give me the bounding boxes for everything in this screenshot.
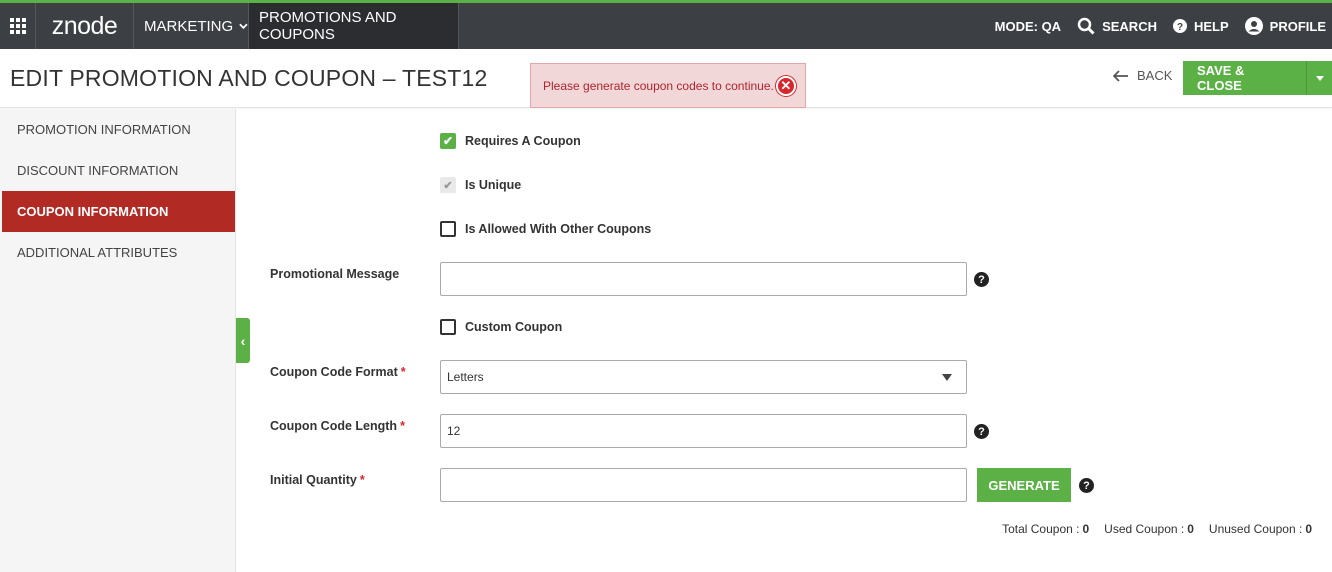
custom-coupon-label: Custom Coupon [465, 320, 563, 334]
chevron-left-icon: ‹ [240, 332, 246, 349]
requires-coupon-label: Requires A Coupon [465, 134, 581, 148]
search-label: SEARCH [1102, 18, 1157, 34]
coupon-code-format-label: Coupon Code Format * [270, 365, 406, 379]
search-button[interactable]: SEARCH [1077, 17, 1157, 35]
allowed-with-other-label: Is Allowed With Other Coupons [465, 222, 652, 236]
back-button[interactable]: BACK [1113, 68, 1172, 83]
sidebar: PROMOTION INFORMATION DISCOUNT INFORMATI… [0, 109, 236, 572]
required-marker: * [400, 365, 406, 379]
is-unique-checkbox: ✔ [440, 177, 456, 193]
used-coupon: Used Coupon :0 [1104, 522, 1194, 536]
allowed-with-other-row: Is Allowed With Other Coupons [440, 221, 651, 237]
promotional-message-input[interactable] [440, 262, 967, 296]
alert-message: Please generate coupon codes to continue… [543, 78, 774, 93]
coupon-code-format-value: Letters [447, 370, 484, 384]
collapse-sidebar-button[interactable]: ‹ [236, 318, 250, 363]
dropdown-arrow-icon [942, 374, 952, 381]
sidebar-item-discount-information[interactable]: DISCOUNT INFORMATION [0, 150, 235, 191]
promotional-message-label: Promotional Message [270, 267, 400, 281]
initial-quantity-input[interactable] [440, 468, 967, 502]
page-title: EDIT PROMOTION AND COUPON – TEST12 [10, 65, 488, 91]
help-icon[interactable]: ? [974, 424, 989, 439]
initial-quantity-label: Initial Quantity * [270, 473, 365, 487]
nav-promotions-label: PROMOTIONS AND COUPONS [259, 9, 397, 43]
user-icon [1244, 17, 1263, 35]
znode-logo[interactable]: znode [36, 3, 134, 49]
unused-coupon: Unused Coupon :0 [1209, 522, 1312, 536]
help-icon[interactable]: ? [1079, 478, 1094, 493]
chevron-down-icon [239, 23, 248, 29]
coupon-code-format-label-text: Coupon Code Format [270, 365, 398, 379]
profile-label: PROFILE [1269, 18, 1326, 34]
grid-icon [9, 18, 26, 34]
sidebar-item-promotion-information[interactable]: PROMOTION INFORMATION [0, 109, 235, 150]
svg-text:?: ? [1177, 22, 1183, 33]
nav-marketing-label: MARKETING [144, 17, 234, 35]
caret-down-icon [1315, 75, 1324, 81]
used-coupon-value: 0 [1187, 522, 1194, 536]
total-coupon-value: 0 [1082, 522, 1090, 536]
page-header: EDIT PROMOTION AND COUPON – TEST12 Pleas… [0, 49, 1332, 108]
save-and-close-group: SAVE & CLOSE [1183, 61, 1332, 95]
initial-quantity-label-text: Initial Quantity [270, 473, 357, 487]
requires-coupon-checkbox[interactable]: ✔ [440, 133, 456, 149]
help-icon[interactable]: ? [974, 272, 989, 287]
save-options-dropdown[interactable] [1306, 61, 1332, 95]
required-marker: * [400, 419, 405, 433]
is-unique-row: ✔ Is Unique [440, 177, 521, 193]
coupon-code-length-input[interactable]: 12 [440, 414, 967, 448]
apps-menu-button[interactable] [0, 3, 36, 49]
help-icon: ? [1172, 19, 1187, 33]
error-alert: Please generate coupon codes to continue… [530, 63, 806, 108]
custom-coupon-checkbox[interactable] [440, 319, 456, 335]
nav-marketing-menu[interactable]: MARKETING [134, 3, 249, 49]
help-button[interactable]: ? HELP [1172, 18, 1229, 34]
coupon-code-length-label: Coupon Code Length * [270, 419, 405, 433]
profile-button[interactable]: PROFILE [1244, 17, 1326, 35]
allowed-with-other-checkbox[interactable] [440, 221, 456, 237]
arrow-left-icon [1113, 69, 1128, 82]
back-label: BACK [1137, 68, 1173, 83]
mode-label: MODE: QA [994, 18, 1062, 34]
sidebar-item-additional-attributes[interactable]: ADDITIONAL ATTRIBUTES [0, 232, 235, 273]
is-unique-label: Is Unique [465, 178, 522, 192]
total-coupon: Total Coupon :0 [1002, 522, 1089, 536]
used-coupon-label: Used Coupon : [1104, 522, 1185, 536]
top-nav-bar: znode MARKETING PROMOTIONS AND COUPONS M… [0, 0, 1332, 49]
requires-coupon-row: ✔ Requires A Coupon [440, 133, 581, 149]
unused-coupon-label: Unused Coupon : [1208, 522, 1303, 536]
unused-coupon-value: 0 [1305, 522, 1312, 536]
nav-promotions-and-coupons[interactable]: PROMOTIONS AND COUPONS [249, 3, 459, 49]
close-alert-icon[interactable]: ✕ [775, 75, 796, 96]
save-and-close-button[interactable]: SAVE & CLOSE [1183, 61, 1307, 95]
custom-coupon-row: Custom Coupon [440, 319, 562, 335]
generate-button[interactable]: GENERATE [977, 468, 1071, 502]
topbar-right-menu: MODE: QA SEARCH ? HELP PROFILE [979, 3, 1332, 49]
coupon-code-format-select[interactable]: Letters [440, 360, 967, 394]
coupon-totals: Total Coupon :0 Used Coupon :0 Unused Co… [1002, 522, 1312, 536]
required-marker: * [359, 473, 365, 487]
sidebar-item-coupon-information[interactable]: COUPON INFORMATION [2, 191, 235, 232]
coupon-code-length-label-text: Coupon Code Length [270, 419, 398, 433]
coupon-information-form: ✔ Requires A Coupon ✔ Is Unique Is Allow… [250, 109, 1332, 572]
mode-indicator[interactable]: MODE: QA [995, 19, 1061, 34]
search-icon [1077, 17, 1095, 35]
total-coupon-label: Total Coupon : [1002, 522, 1080, 536]
help-label: HELP [1193, 18, 1229, 34]
